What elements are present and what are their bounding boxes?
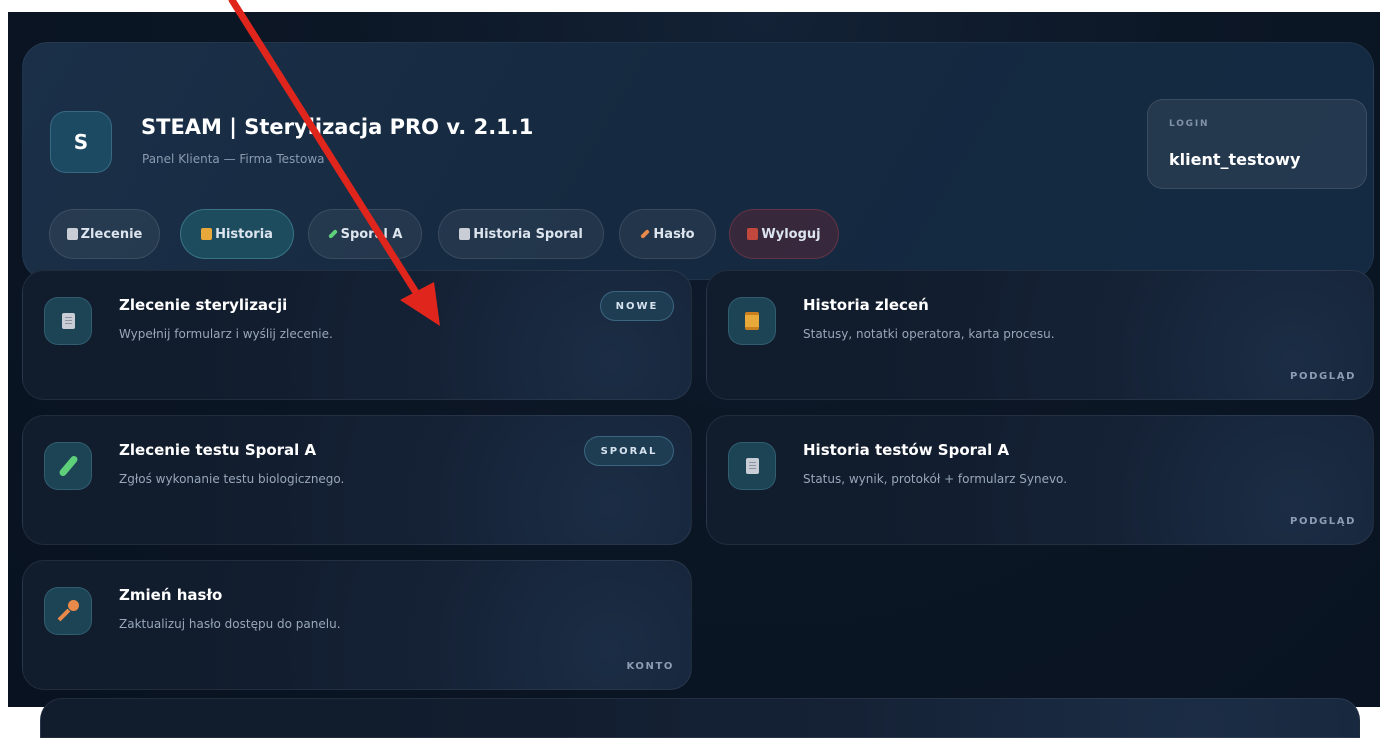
card-historia-testow-sporal[interactable]: Historia testów Sporal A Status, wynik, …	[706, 415, 1374, 545]
card-title: Historia testów Sporal A	[803, 441, 1010, 459]
test-tube-icon	[57, 454, 79, 478]
nav-label: Hasło	[653, 226, 695, 242]
nav-label: Zlecenie	[80, 226, 143, 242]
card-icon-box	[728, 297, 776, 345]
nav-label: Wyloguj	[761, 226, 821, 242]
scroll-icon	[201, 228, 213, 240]
card-title: Zmień hasło	[119, 586, 223, 604]
card-icon-box	[44, 442, 92, 490]
test-tube-icon	[327, 229, 338, 239]
login-label: LOGIN	[1169, 119, 1210, 129]
scroll-icon	[745, 312, 759, 330]
header-card: S STEAM | Sterylizacja PRO v. 2.1.1 Pane…	[22, 42, 1374, 280]
avatar: S	[50, 111, 112, 173]
tag-podglad: PODGLĄD	[1290, 516, 1356, 527]
nav-button-wyloguj[interactable]: Wyloguj	[729, 209, 839, 259]
card-zlecenie-sterylizacji[interactable]: Zlecenie sterylizacji Wypełnij formularz…	[22, 270, 692, 400]
card-zmien-haslo[interactable]: Zmień hasło Zaktualizuj hasło dostępu do…	[22, 560, 692, 690]
door-icon	[747, 228, 759, 240]
key-icon	[57, 600, 79, 622]
nav-button-historia[interactable]: Historia	[180, 209, 294, 259]
card-icon-box	[728, 442, 776, 490]
card-historia-zlecen[interactable]: Historia zleceń Statusy, notatki operato…	[706, 270, 1374, 400]
document-icon	[61, 313, 75, 329]
card-description: Zaktualizuj hasło dostępu do panelu.	[119, 617, 341, 631]
card-description: Statusy, notatki operatora, karta proces…	[803, 327, 1055, 341]
card-zlecenie-testu-sporal[interactable]: Zlecenie testu Sporal A Zgłoś wykonanie …	[22, 415, 692, 545]
key-icon	[640, 229, 651, 239]
nav-button-sporal-a[interactable]: Sporal A	[308, 209, 422, 259]
card-partial	[40, 698, 1360, 738]
tag-podglad: PODGLĄD	[1290, 371, 1356, 382]
login-username: klient_testowy	[1169, 150, 1301, 169]
card-description: Status, wynik, protokół + formularz Syne…	[803, 472, 1068, 486]
card-icon-box	[44, 297, 92, 345]
card-description: Zgłoś wykonanie testu biologicznego.	[119, 472, 345, 486]
nav-button-zlecenie[interactable]: Zlecenie	[49, 209, 160, 259]
nav-button-historia-sporal[interactable]: Historia Sporal	[438, 209, 604, 259]
nav-label: Historia	[215, 226, 273, 242]
app-window: S STEAM | Sterylizacja PRO v. 2.1.1 Pane…	[8, 12, 1380, 738]
nav-label: Historia Sporal	[473, 226, 583, 242]
document-icon	[66, 228, 78, 240]
badge-sporal: SPORAL	[584, 436, 674, 466]
document-icon	[745, 458, 759, 474]
document-icon	[459, 228, 471, 240]
card-icon-box	[44, 587, 92, 635]
login-box: LOGIN klient_testowy	[1147, 99, 1367, 189]
card-title: Zlecenie testu Sporal A	[119, 441, 317, 459]
app-title: STEAM | Sterylizacja PRO v. 2.1.1	[141, 115, 534, 139]
tag-konto: KONTO	[626, 661, 674, 672]
badge-nowe: NOWE	[600, 291, 674, 321]
app-subtitle: Panel Klienta — Firma Testowa	[142, 152, 325, 166]
nav-label: Sporal A	[340, 226, 403, 242]
card-description: Wypełnij formularz i wyślij zlecenie.	[119, 327, 333, 341]
nav-button-haslo[interactable]: Hasło	[619, 209, 716, 259]
card-title: Zlecenie sterylizacji	[119, 296, 288, 314]
card-title: Historia zleceń	[803, 296, 929, 314]
